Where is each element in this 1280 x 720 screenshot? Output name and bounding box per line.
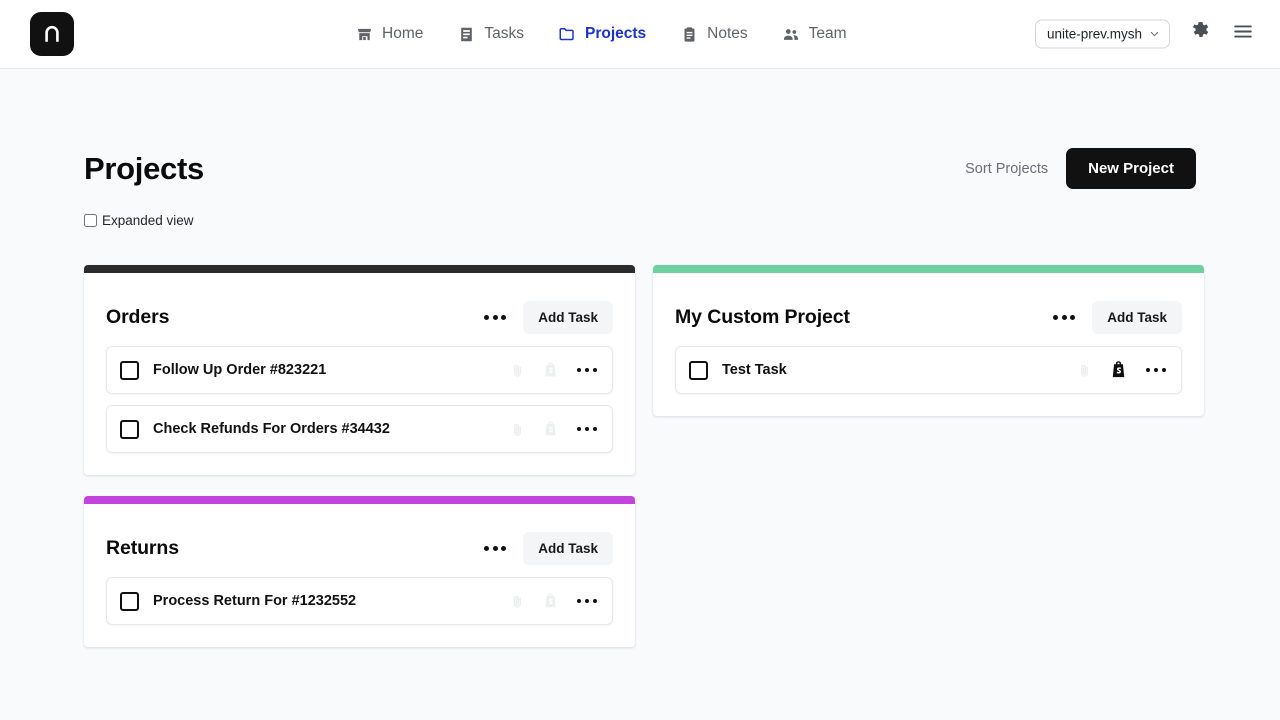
list-document-icon	[457, 25, 475, 43]
task-checkbox[interactable]	[689, 361, 708, 380]
store-select-value: unite-prev.mysh	[1047, 27, 1142, 42]
chevron-down-icon	[1149, 29, 1160, 40]
project-options-button[interactable]	[1052, 312, 1076, 323]
paperclip-icon[interactable]	[510, 594, 525, 609]
project-color-bar	[84, 496, 635, 504]
gear-icon	[1190, 21, 1212, 48]
expanded-view-checkbox[interactable]	[84, 214, 97, 227]
project-card-actions: Add Task	[483, 532, 613, 565]
project-card-actions: Add Task	[1052, 301, 1182, 334]
task-options-button[interactable]	[576, 365, 599, 376]
shopify-bag-icon[interactable]	[543, 421, 558, 437]
task-row-icons	[510, 593, 599, 609]
hamburger-menu-icon	[1232, 21, 1254, 48]
task-row[interactable]: Follow Up Order #823221	[106, 346, 613, 394]
task-list: Process Return For #1232552	[84, 570, 635, 625]
expanded-view-toggle-row: Expanded view	[84, 213, 1196, 228]
nav-label-notes: Notes	[707, 25, 748, 43]
task-list: Follow Up Order #823221	[84, 339, 635, 453]
task-row[interactable]: Check Refunds For Orders #34432	[106, 405, 613, 453]
board-column-right: My Custom Project Add Task Test Task	[653, 265, 1204, 647]
new-project-button[interactable]: New Project	[1066, 148, 1196, 189]
project-card-my-custom-project: My Custom Project Add Task Test Task	[653, 265, 1204, 416]
project-card-header: My Custom Project Add Task	[653, 273, 1204, 339]
paperclip-icon[interactable]	[1077, 363, 1092, 378]
project-card-header: Orders Add Task	[84, 273, 635, 339]
sort-projects-button[interactable]: Sort Projects	[965, 161, 1048, 177]
project-title: Orders	[106, 306, 169, 329]
task-checkbox[interactable]	[120, 361, 139, 380]
task-name: Check Refunds For Orders #34432	[153, 421, 496, 437]
nav-item-projects[interactable]: Projects	[558, 25, 646, 43]
task-row-icons	[510, 421, 599, 437]
project-title: Returns	[106, 537, 179, 560]
task-name: Follow Up Order #823221	[153, 362, 496, 378]
projects-board: Orders Add Task Follow Up Order #823221	[84, 265, 1196, 647]
task-name: Process Return For #1232552	[153, 593, 496, 609]
store-select[interactable]: unite-prev.mysh	[1035, 20, 1170, 49]
clipboard-icon	[680, 25, 698, 43]
header-right-controls: unite-prev.mysh	[1035, 20, 1254, 49]
menu-button[interactable]	[1232, 21, 1254, 48]
project-color-bar	[653, 265, 1204, 273]
people-icon	[782, 25, 800, 43]
project-card-orders: Orders Add Task Follow Up Order #823221	[84, 265, 635, 475]
add-task-button[interactable]: Add Task	[523, 301, 613, 334]
folder-icon	[558, 25, 576, 43]
app-header: Home Tasks Projects	[0, 0, 1280, 69]
project-title: My Custom Project	[675, 306, 850, 329]
task-options-button[interactable]	[576, 424, 599, 435]
shopify-bag-icon[interactable]	[543, 593, 558, 609]
task-row[interactable]: Test Task	[675, 346, 1182, 394]
task-options-button[interactable]	[576, 596, 599, 607]
expanded-view-label[interactable]: Expanded view	[102, 213, 194, 228]
task-options-button[interactable]	[1145, 365, 1168, 376]
nav-label-team: Team	[809, 25, 847, 43]
nav-label-home: Home	[382, 25, 423, 43]
task-row[interactable]: Process Return For #1232552	[106, 577, 613, 625]
nav-label-tasks: Tasks	[484, 25, 524, 43]
task-name: Test Task	[722, 362, 1063, 378]
page-title-actions: Sort Projects New Project	[965, 148, 1196, 189]
settings-button[interactable]	[1190, 21, 1212, 48]
project-card-actions: Add Task	[483, 301, 613, 334]
nav-item-team[interactable]: Team	[782, 25, 847, 43]
add-task-button[interactable]: Add Task	[523, 532, 613, 565]
project-card-returns: Returns Add Task Process Return For #123…	[84, 496, 635, 647]
nav-label-projects: Projects	[585, 25, 646, 43]
nav-item-tasks[interactable]: Tasks	[457, 25, 524, 43]
board-column-left: Orders Add Task Follow Up Order #823221	[84, 265, 635, 647]
storefront-icon	[355, 25, 373, 43]
task-row-icons	[1077, 361, 1168, 379]
task-checkbox[interactable]	[120, 420, 139, 439]
logo-n-glyph	[42, 24, 62, 44]
project-options-button[interactable]	[483, 543, 507, 554]
project-color-bar	[84, 265, 635, 273]
paperclip-icon[interactable]	[510, 422, 525, 437]
page-body: Projects Sort Projects New Project Expan…	[0, 69, 1280, 647]
nav-item-home[interactable]: Home	[355, 25, 423, 43]
page-title-row: Projects Sort Projects New Project	[84, 69, 1196, 189]
paperclip-icon[interactable]	[510, 363, 525, 378]
app-logo[interactable]	[30, 12, 74, 56]
add-task-button[interactable]: Add Task	[1092, 301, 1182, 334]
project-card-header: Returns Add Task	[84, 504, 635, 570]
shopify-bag-icon[interactable]	[543, 362, 558, 378]
task-row-icons	[510, 362, 599, 378]
shopify-bag-icon[interactable]	[1110, 361, 1127, 379]
task-list: Test Task	[653, 339, 1204, 394]
page-title: Projects	[84, 151, 204, 187]
nav-item-notes[interactable]: Notes	[680, 25, 748, 43]
project-options-button[interactable]	[483, 312, 507, 323]
main-nav: Home Tasks Projects	[355, 25, 847, 43]
task-checkbox[interactable]	[120, 592, 139, 611]
